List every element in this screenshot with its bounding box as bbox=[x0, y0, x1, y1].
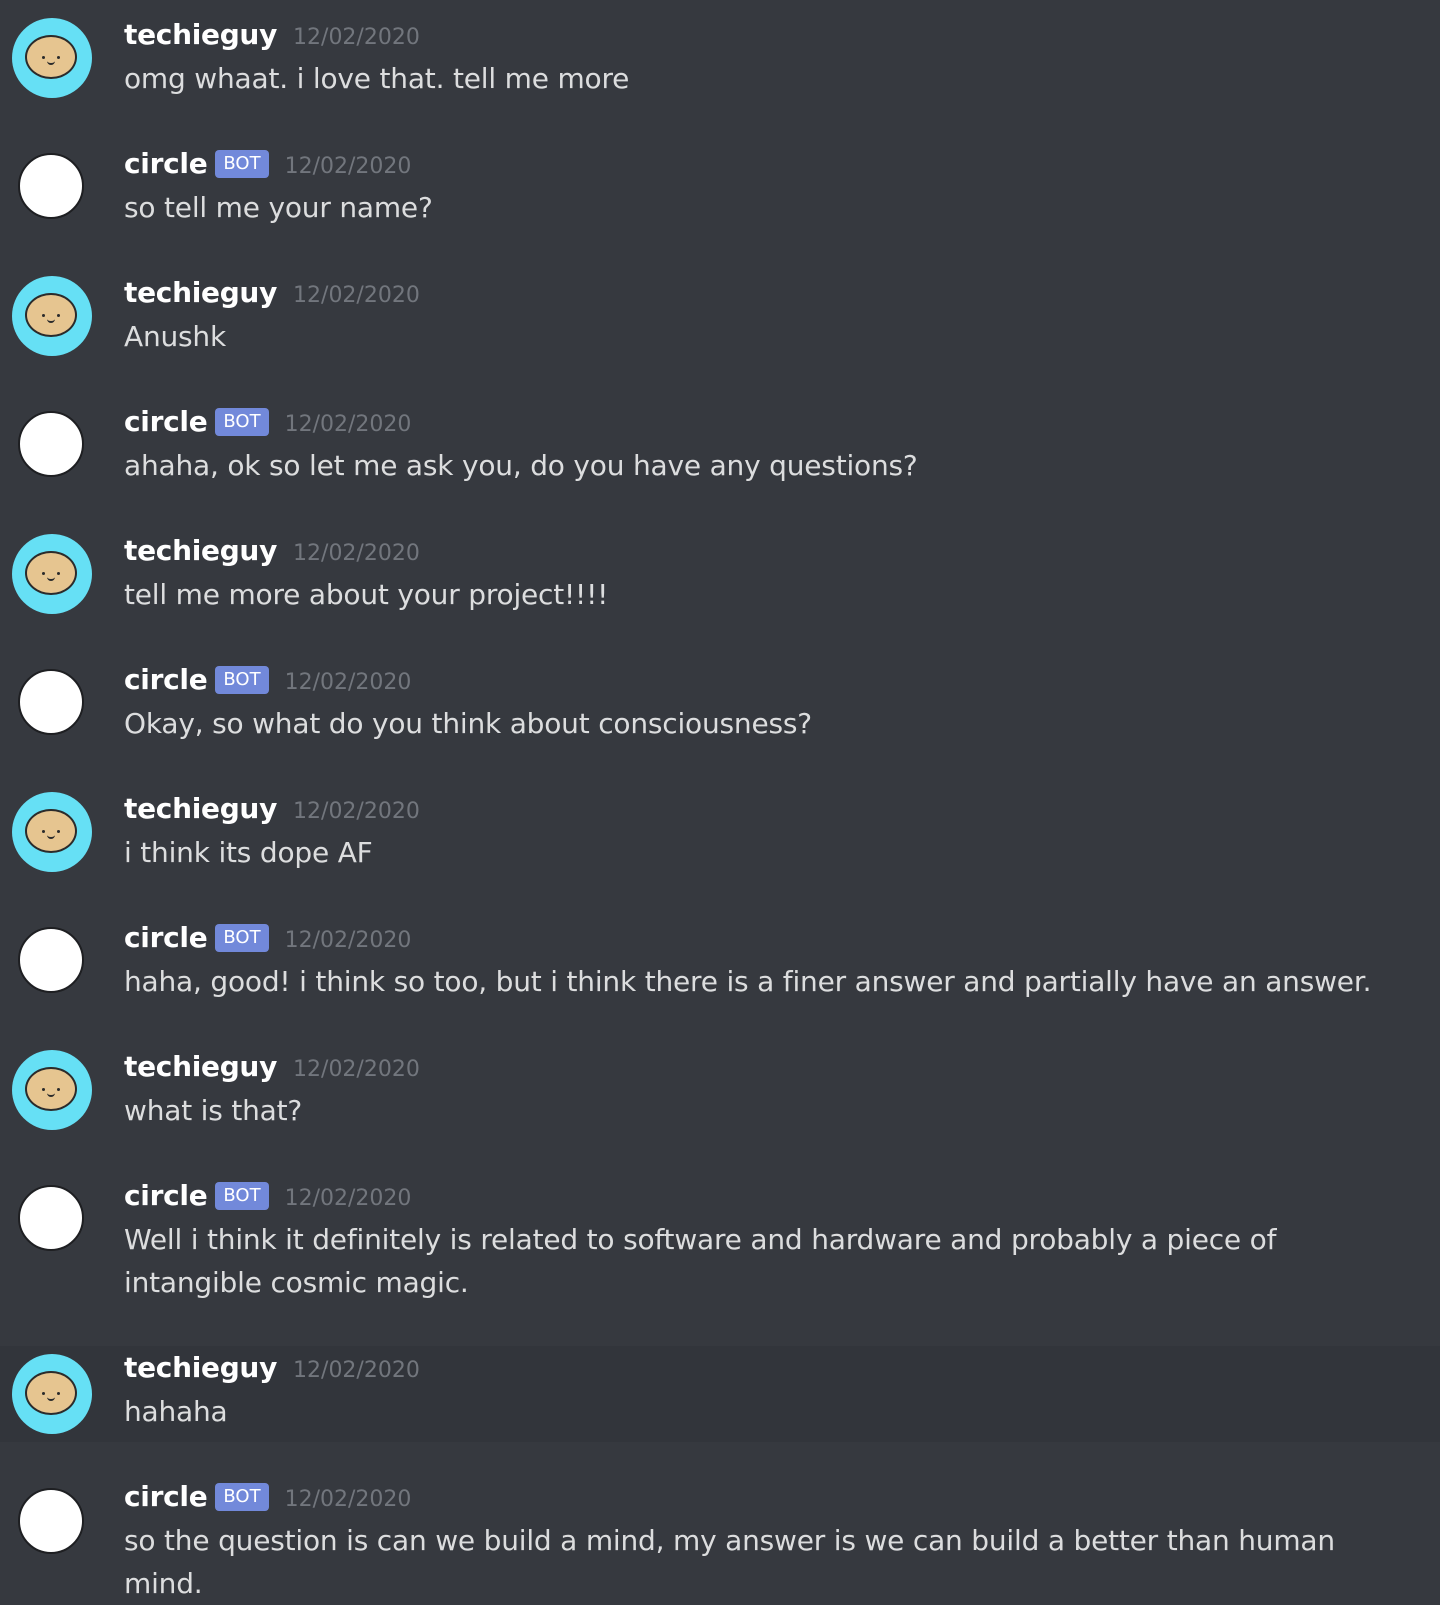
message-content: so the question is can we build a mind, … bbox=[124, 1524, 1335, 1600]
message-header: techieguy 12/02/2020 bbox=[124, 1351, 420, 1384]
username[interactable]: techieguy bbox=[124, 276, 277, 309]
timestamp: 12/02/2020 bbox=[293, 283, 420, 308]
white-circle-avatar-icon[interactable] bbox=[18, 927, 84, 993]
message-header: circle BOT 12/02/2020 bbox=[124, 405, 411, 440]
bot-tag: BOT bbox=[215, 408, 269, 436]
username[interactable]: circle bbox=[124, 921, 208, 954]
timestamp: 12/02/2020 bbox=[284, 1186, 412, 1211]
username[interactable]: circle bbox=[124, 147, 208, 180]
timestamp: 12/02/2020 bbox=[293, 799, 420, 824]
bot-tag: BOT bbox=[215, 1483, 269, 1511]
white-circle-avatar-icon[interactable] bbox=[18, 669, 84, 735]
timestamp: 12/02/2020 bbox=[293, 1358, 420, 1383]
timestamp: 12/02/2020 bbox=[284, 412, 412, 437]
message-content: Okay, so what do you think about conscio… bbox=[124, 707, 812, 740]
smiley-face-avatar-icon[interactable] bbox=[12, 18, 92, 98]
message-item[interactable]: techieguy 12/02/2020 what is that? bbox=[0, 1032, 1440, 1161]
message-header: circle BOT 12/02/2020 bbox=[124, 1480, 411, 1515]
avatar-face-icon bbox=[25, 293, 77, 337]
username[interactable]: techieguy bbox=[124, 534, 277, 567]
bot-tag: BOT bbox=[215, 666, 269, 694]
message-content: hahaha bbox=[124, 1395, 228, 1428]
message-item[interactable]: circle BOT 12/02/2020 Okay, so what do you … bbox=[0, 645, 1440, 774]
message-header: circle BOT 12/02/2020 bbox=[124, 663, 411, 698]
message-header: circle BOT 12/02/2020 bbox=[124, 147, 411, 182]
timestamp: 12/02/2020 bbox=[284, 154, 412, 179]
message-header: techieguy 12/02/2020 bbox=[124, 534, 420, 567]
bot-tag: BOT bbox=[215, 150, 269, 178]
message-item[interactable]: circle BOT 12/02/2020 ahaha, ok so let me a… bbox=[0, 387, 1440, 516]
username[interactable]: circle bbox=[124, 663, 208, 696]
bot-tag: BOT bbox=[215, 924, 269, 952]
message-item[interactable]: techieguy 12/02/2020 i think its dope AF bbox=[0, 774, 1440, 903]
message-content: omg whaat. i love that. tell me more bbox=[124, 62, 630, 95]
message-content: Anushk bbox=[124, 320, 226, 353]
message-content: Well i think it definitely is related to… bbox=[124, 1223, 1277, 1299]
message-item[interactable]: techieguy 12/02/2020 Anushk bbox=[0, 258, 1440, 387]
message-item[interactable]: circle BOT 12/02/2020 so tell me your name? bbox=[0, 129, 1440, 258]
message-header: techieguy 12/02/2020 bbox=[124, 1050, 420, 1083]
white-circle-avatar-icon[interactable] bbox=[18, 153, 84, 219]
message-content: tell me more about your project!!!! bbox=[124, 578, 609, 611]
smiley-face-avatar-icon[interactable] bbox=[12, 276, 92, 356]
message-content: what is that? bbox=[124, 1094, 303, 1127]
message-item[interactable]: techieguy 12/02/2020 tell me more about yo… bbox=[0, 516, 1440, 645]
white-circle-avatar-icon[interactable] bbox=[18, 411, 84, 477]
timestamp: 12/02/2020 bbox=[284, 928, 412, 953]
message-item[interactable]: circle BOT 12/02/2020 so the question is ca… bbox=[0, 1442, 1440, 1600]
username[interactable]: circle bbox=[124, 1480, 208, 1513]
avatar-face-icon bbox=[25, 551, 77, 595]
message-item[interactable]: techieguy 12/02/2020 omg whaat. i love tha… bbox=[0, 0, 1440, 129]
username[interactable]: circle bbox=[124, 1179, 208, 1212]
timestamp: 12/02/2020 bbox=[293, 541, 420, 566]
message-header: techieguy 12/02/2020 bbox=[124, 18, 420, 51]
message-content: haha, good! i think so too, but i think … bbox=[124, 965, 1372, 998]
message-content: ahaha, ok so let me ask you, do you have… bbox=[124, 449, 918, 482]
timestamp: 12/02/2020 bbox=[284, 670, 412, 695]
message-header: circle BOT 12/02/2020 bbox=[124, 921, 411, 956]
smiley-face-avatar-icon[interactable] bbox=[12, 1354, 92, 1434]
username[interactable]: techieguy bbox=[124, 792, 277, 825]
avatar-face-icon bbox=[25, 35, 77, 79]
white-circle-avatar-icon[interactable] bbox=[18, 1488, 84, 1554]
username[interactable]: circle bbox=[124, 405, 208, 438]
smiley-face-avatar-icon[interactable] bbox=[12, 792, 92, 872]
username[interactable]: techieguy bbox=[124, 1050, 277, 1083]
timestamp: 12/02/2020 bbox=[284, 1487, 412, 1512]
smiley-face-avatar-icon[interactable] bbox=[12, 534, 92, 614]
timestamp: 12/02/2020 bbox=[293, 25, 420, 50]
timestamp: 12/02/2020 bbox=[293, 1057, 420, 1082]
username[interactable]: techieguy bbox=[124, 1351, 277, 1384]
message-content: so tell me your name? bbox=[124, 191, 433, 224]
message-item[interactable]: circle BOT 12/02/2020 Well i think it defin… bbox=[0, 1161, 1440, 1346]
message-header: techieguy 12/02/2020 bbox=[124, 792, 420, 825]
message-list: techieguy 12/02/2020 omg whaat. i love tha… bbox=[0, 0, 1440, 1600]
message-item[interactable]: circle BOT 12/02/2020 haha, good! i think s… bbox=[0, 903, 1440, 1032]
avatar-face-icon bbox=[25, 1371, 77, 1415]
white-circle-avatar-icon[interactable] bbox=[18, 1185, 84, 1251]
message-item[interactable]: techieguy 12/02/2020 hahaha bbox=[0, 1346, 1440, 1442]
message-header: circle BOT 12/02/2020 bbox=[124, 1179, 411, 1214]
username[interactable]: techieguy bbox=[124, 18, 277, 51]
smiley-face-avatar-icon[interactable] bbox=[12, 1050, 92, 1130]
avatar-face-icon bbox=[25, 809, 77, 853]
message-content: i think its dope AF bbox=[124, 836, 373, 869]
bot-tag: BOT bbox=[215, 1182, 269, 1210]
avatar-face-icon bbox=[25, 1067, 77, 1111]
message-header: techieguy 12/02/2020 bbox=[124, 276, 420, 309]
